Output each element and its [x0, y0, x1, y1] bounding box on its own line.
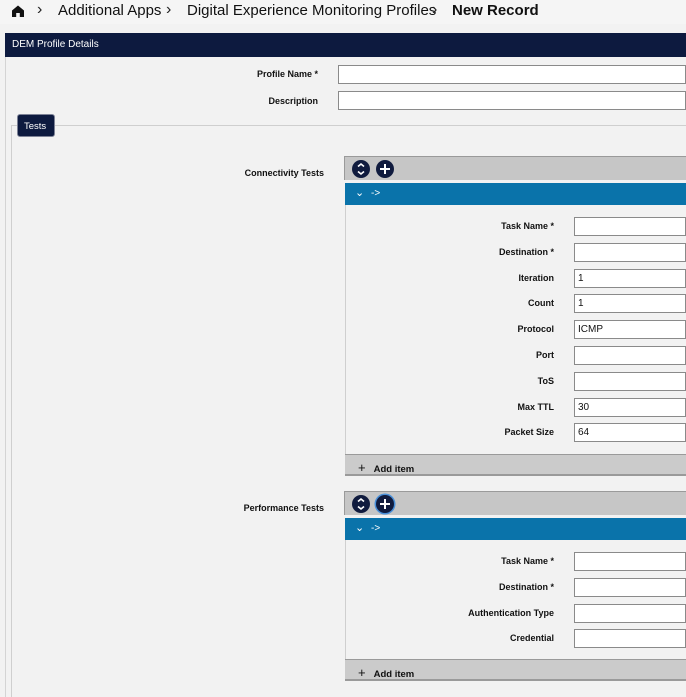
connectivity-field-label: Iteration [518, 272, 554, 283]
plus-circle-icon[interactable] [376, 160, 394, 178]
connectivity-field-label: Packet Size [504, 427, 554, 438]
plus-icon: + [358, 460, 366, 475]
performance-field-label: Destination * [498, 581, 554, 592]
performance-row-header[interactable]: ⌄ -> [345, 518, 686, 540]
performance-row-title: -> [371, 523, 381, 534]
plus-icon: + [358, 665, 366, 680]
performance-add-item-label: Add item [373, 669, 415, 680]
chevron-down-icon[interactable]: ⌄ [355, 522, 364, 534]
connectivity-field-input[interactable] [574, 268, 686, 288]
plus-circle-icon[interactable] [376, 495, 394, 513]
connectivity-field-label: Count [528, 298, 554, 309]
performance-field-label: Authentication Type [468, 607, 554, 618]
connectivity-field-input[interactable] [574, 346, 686, 365]
breadcrumb-additional-apps[interactable]: Additional Apps [58, 2, 161, 19]
chevron-right-icon: › [166, 1, 172, 18]
connectivity-field-input[interactable] [574, 242, 686, 262]
home-icon[interactable] [11, 4, 25, 18]
performance-field-input[interactable] [574, 603, 686, 623]
description-label: Description [268, 96, 318, 106]
connectivity-field-input[interactable] [574, 371, 686, 391]
connectivity-field-label: Protocol [517, 324, 554, 335]
connectivity-field-label: ToS [537, 375, 554, 386]
connectivity-row-header[interactable]: ⌄ -> [345, 183, 686, 205]
performance-toolbar [344, 491, 686, 515]
performance-field-input[interactable] [574, 629, 686, 649]
performance-field-label: Task Name * [501, 556, 554, 566]
collapse-all-icon[interactable] [352, 495, 370, 513]
breadcrumb-dem-profiles[interactable]: Digital Experience Monitoring Profiles [187, 2, 436, 19]
performance-tests-label: Performance Tests [243, 503, 324, 513]
connectivity-field-input[interactable] [574, 217, 686, 236]
profile-name-input[interactable] [338, 65, 686, 84]
connectivity-toolbar [344, 156, 686, 180]
collapse-all-icon[interactable] [352, 160, 370, 178]
chevron-right-icon: › [37, 1, 43, 18]
connectivity-field-label: Task Name * [501, 221, 554, 231]
connectivity-add-item-label: Add item [373, 464, 415, 475]
chevron-right-icon: › [432, 1, 438, 18]
performance-add-item-button[interactable]: + Add item [345, 659, 686, 681]
section-header: DEM Profile Details [5, 33, 686, 57]
connectivity-field-input[interactable] [574, 397, 686, 417]
connectivity-field-input[interactable] [574, 423, 686, 443]
breadcrumb-current: New Record [452, 2, 539, 19]
connectivity-field-input[interactable] [574, 294, 686, 314]
tab-tests[interactable]: Tests [17, 114, 55, 137]
connectivity-tests-label: Connectivity Tests [244, 168, 324, 178]
connectivity-field-label: Max TTL [517, 401, 554, 412]
description-input[interactable] [338, 91, 686, 110]
connectivity-row-title: -> [371, 188, 381, 199]
breadcrumb: › Additional Apps › Digital Experience M… [0, 0, 686, 24]
performance-field-label: Credential [509, 633, 554, 644]
connectivity-field-input[interactable] [574, 320, 686, 340]
profile-name-label: Profile Name * [256, 69, 318, 79]
performance-field-input[interactable] [574, 552, 686, 571]
chevron-down-icon[interactable]: ⌄ [355, 187, 364, 199]
connectivity-add-item-button[interactable]: + Add item [345, 454, 686, 476]
connectivity-field-label: Destination * [498, 246, 554, 257]
connectivity-field-label: Port [536, 350, 554, 360]
performance-field-input[interactable] [574, 577, 686, 597]
